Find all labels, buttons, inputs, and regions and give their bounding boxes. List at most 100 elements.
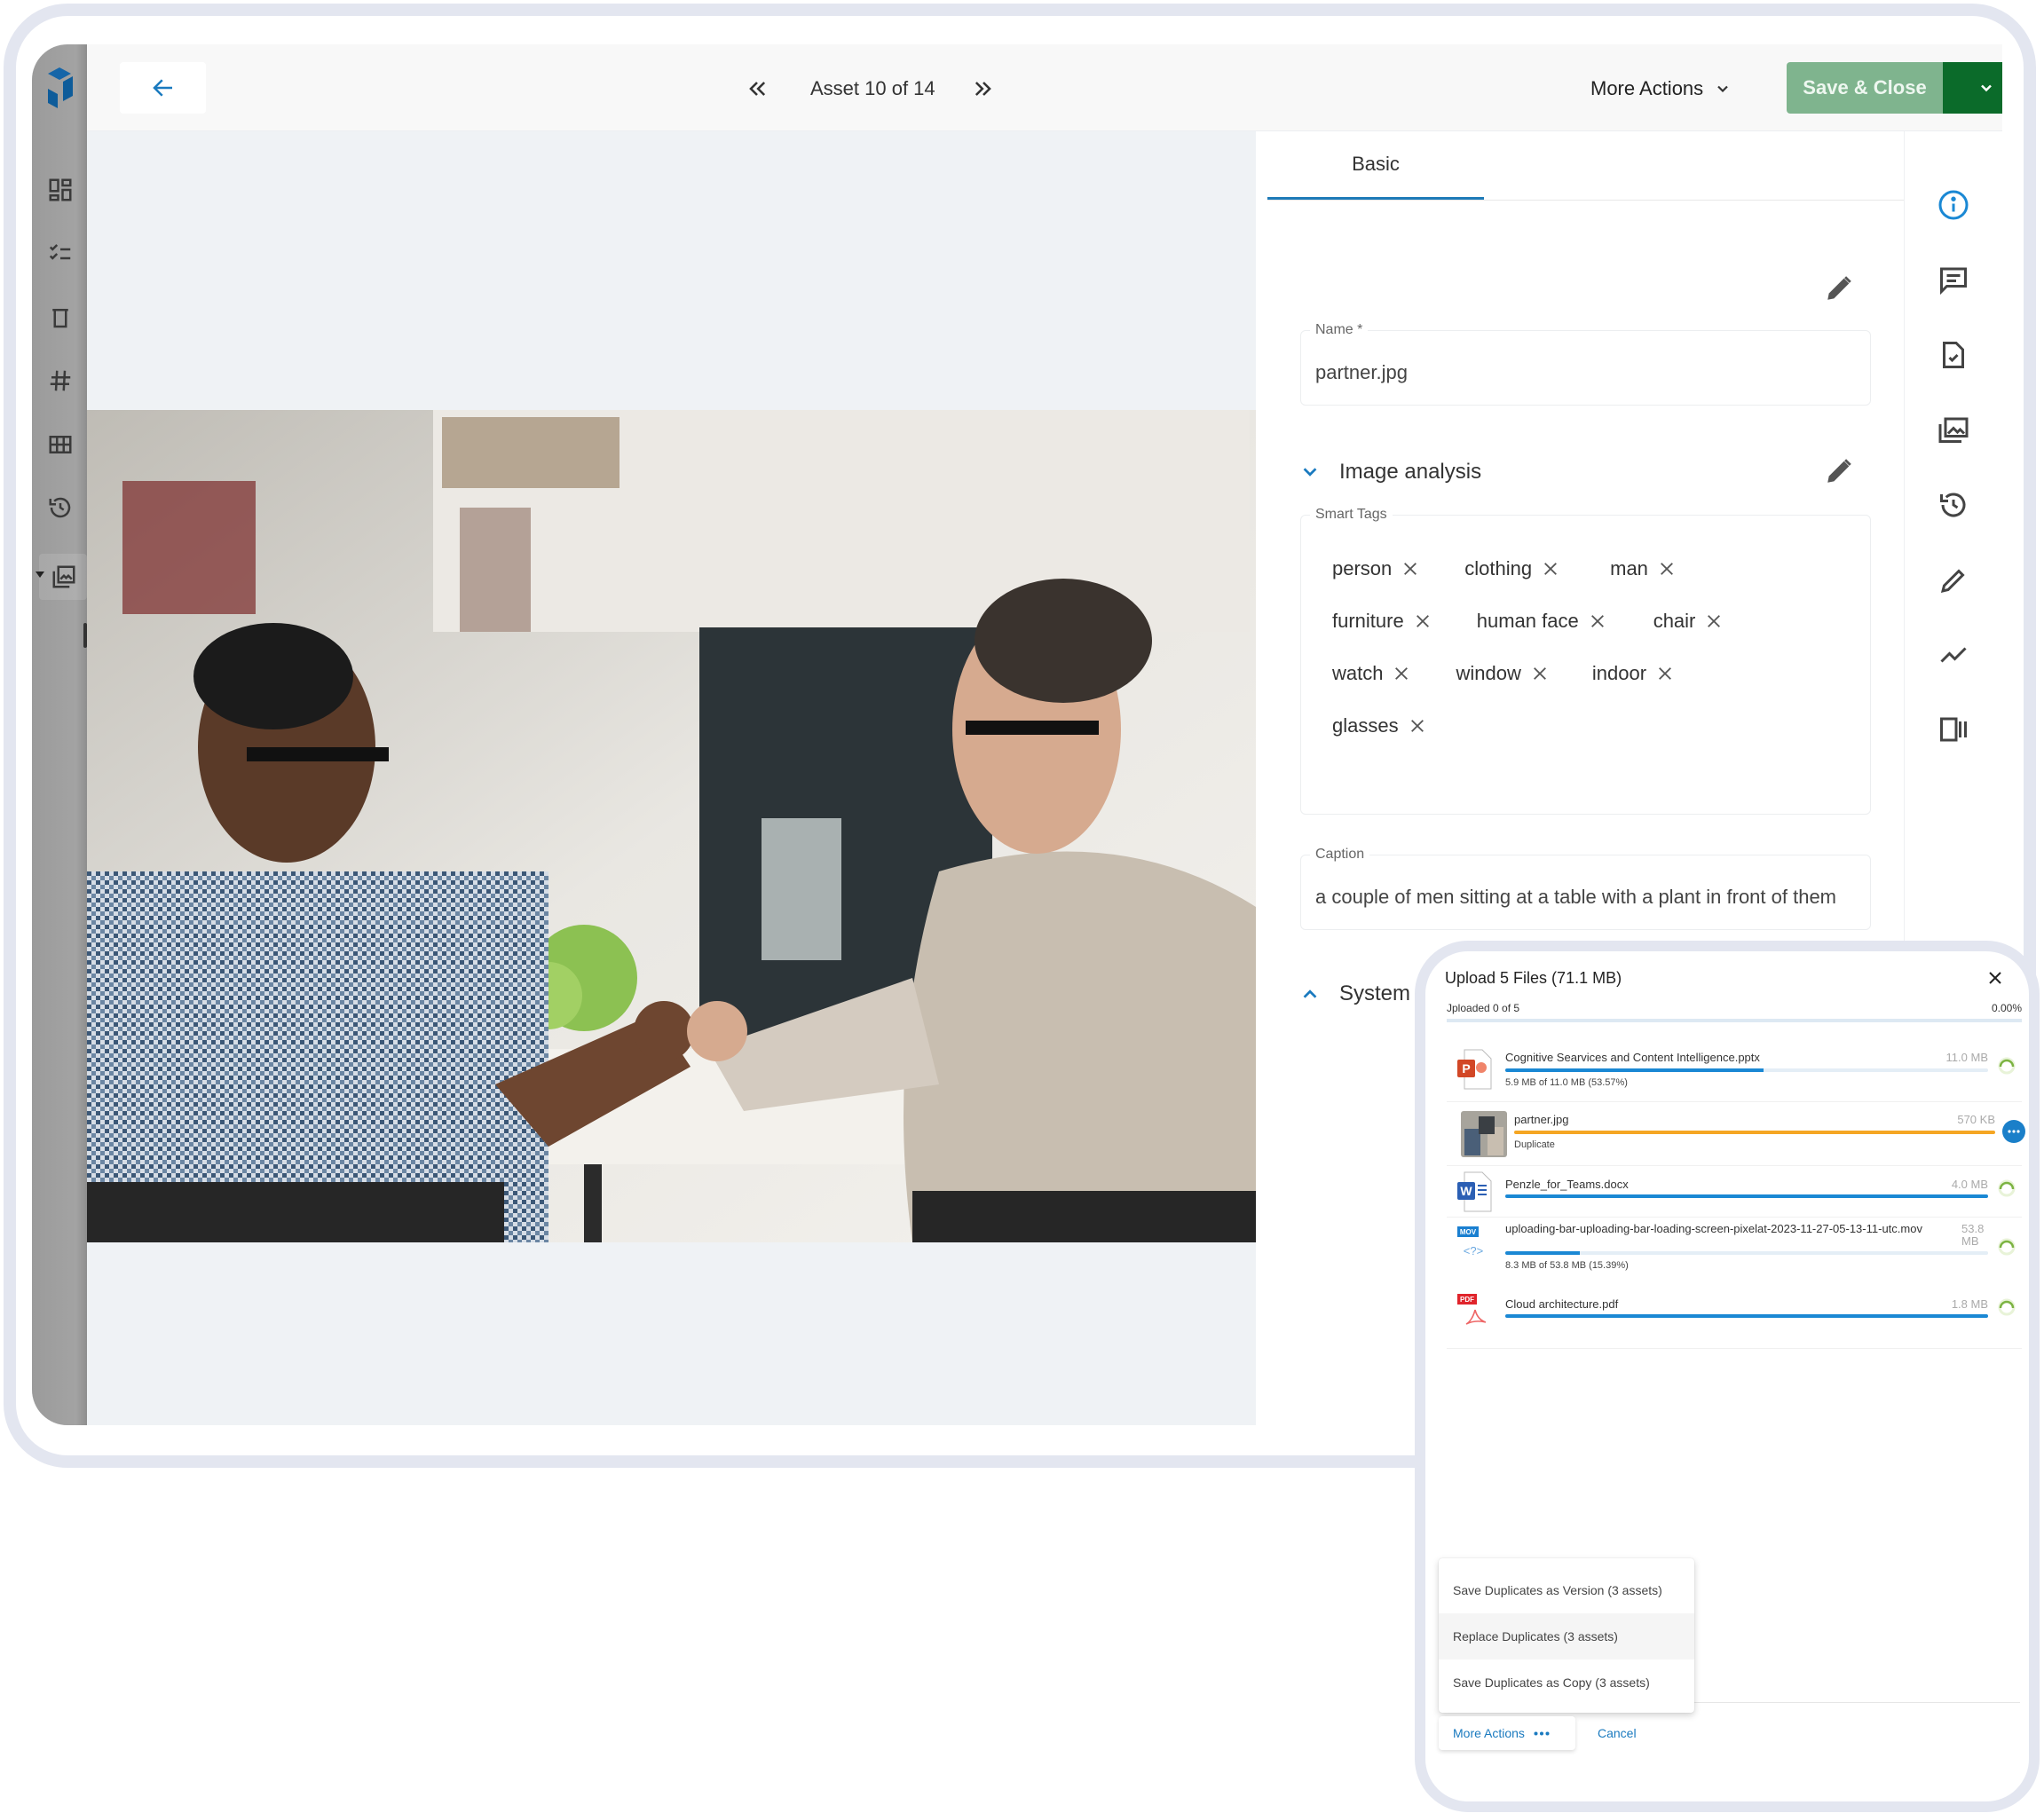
edit-icon[interactable] (1937, 564, 1970, 597)
save-close-button[interactable]: Save & Close (1787, 62, 1943, 114)
file-progress-detail: 8.3 MB of 53.8 MB (15.39%) (1505, 1260, 1629, 1271)
save-options-dropdown[interactable] (1943, 62, 2002, 114)
chevron-up-icon (1303, 989, 1317, 998)
dashboard-icon[interactable] (46, 176, 75, 204)
file-size: 1.8 MB (1951, 1297, 1988, 1311)
image-library-icon[interactable] (50, 563, 78, 591)
close-icon[interactable] (1706, 613, 1722, 629)
analytics-icon[interactable] (1937, 638, 1970, 672)
hashtag-icon[interactable] (46, 367, 75, 395)
upload-file-row: P Cognitive Searvices and Content Intell… (1447, 1042, 2022, 1102)
tab-divider (1267, 200, 1904, 201)
word-file-icon: W (1457, 1171, 1492, 1212)
upload-cancel-button[interactable]: Cancel (1598, 1716, 1637, 1750)
tab-basic[interactable]: Basic (1267, 131, 1484, 201)
tag-chip: man (1610, 557, 1675, 580)
upload-file-row: MOV <?> uploading-bar-uploading-bar-load… (1447, 1218, 2022, 1287)
upload-more-actions-button[interactable]: More Actions (1439, 1716, 1575, 1750)
tag-label: watch (1332, 662, 1384, 684)
tag-chip: window (1456, 662, 1547, 685)
tag-row: watch window indoor (1332, 662, 1712, 685)
info-icon[interactable] (1937, 188, 1970, 222)
next-asset-button[interactable] (966, 71, 1001, 106)
chevrons-left-icon (749, 82, 766, 96)
menu-item-save-as-version[interactable]: Save Duplicates as Version (3 assets) (1439, 1567, 1694, 1613)
sidebar (32, 44, 87, 1425)
name-field[interactable]: Name * partner.jpg (1300, 322, 1871, 406)
close-icon[interactable] (1532, 666, 1548, 682)
menu-item-save-as-copy[interactable]: Save Duplicates as Copy (3 assets) (1439, 1659, 1694, 1706)
close-icon[interactable] (1590, 613, 1606, 629)
file-progress-fill (1505, 1314, 1988, 1318)
back-button[interactable] (120, 62, 206, 114)
asset-preview-image[interactable] (87, 410, 1256, 1242)
file-size: 11.0 MB (1945, 1051, 1988, 1064)
tag-label: person (1332, 557, 1393, 579)
smart-tags-label: Smart Tags (1310, 507, 1393, 523)
file-size: 4.0 MB (1951, 1178, 1988, 1191)
grid-icon[interactable] (46, 430, 75, 459)
close-icon[interactable] (1409, 718, 1425, 734)
tag-label: chair (1653, 610, 1696, 632)
app-logo-icon[interactable] (44, 67, 75, 108)
checklist-icon[interactable] (46, 240, 75, 268)
close-icon[interactable] (1415, 613, 1431, 629)
image-analysis-title: Image analysis (1339, 460, 1482, 484)
file-progress-track (1505, 1314, 1988, 1318)
tag-label: man (1610, 557, 1648, 579)
tag-chip: glasses (1332, 714, 1425, 737)
image-analysis-header[interactable]: Image analysis (1300, 460, 1481, 485)
compare-icon[interactable] (1937, 713, 1970, 746)
upload-title: Upload 5 Files (71.1 MB) (1445, 969, 1622, 987)
previous-asset-button[interactable] (739, 71, 775, 106)
close-icon[interactable] (1402, 561, 1418, 577)
close-icon[interactable] (1393, 666, 1409, 682)
photo-illustration (87, 410, 1256, 1242)
tag-chip: indoor (1592, 662, 1673, 685)
arrow-left-icon (152, 79, 172, 97)
tag-label: human face (1476, 610, 1579, 632)
asset-pager: Asset 10 of 14 (739, 71, 1001, 106)
tag-chip: human face (1477, 610, 1606, 633)
svg-text:PDF: PDF (1460, 1296, 1474, 1304)
chevron-down-icon (1981, 84, 1992, 92)
tag-label: window (1456, 662, 1521, 684)
close-icon[interactable] (1657, 666, 1673, 682)
edit-pencil-icon[interactable] (1824, 273, 1854, 303)
close-icon[interactable] (1986, 969, 2004, 987)
tag-label: indoor (1591, 662, 1647, 684)
close-icon[interactable] (1659, 561, 1675, 577)
file-check-icon[interactable] (1937, 338, 1970, 372)
image-gallery-icon[interactable] (1937, 413, 1970, 446)
more-actions-dropdown[interactable]: More Actions (1590, 69, 1732, 108)
file-name: Cognitive Searvices and Content Intellig… (1505, 1051, 1760, 1064)
caption-field[interactable]: Caption a couple of men sitting at a tab… (1300, 847, 1871, 930)
upload-count: Jploaded 0 of 5 (1447, 1002, 1520, 1014)
tag-row: person clothing man (1332, 557, 1714, 580)
history-icon[interactable] (1937, 488, 1970, 522)
edit-pencil-icon[interactable] (1824, 456, 1854, 486)
more-actions-label: More Actions (1453, 1726, 1525, 1740)
trash-icon[interactable] (46, 303, 75, 332)
file-name: Cloud architecture.pdf (1505, 1297, 1619, 1311)
tag-chip: person (1332, 557, 1418, 580)
pdf-file-icon: PDF (1457, 1294, 1487, 1325)
upload-file-row: PDF Cloud architecture.pdf 1.8 MB (1447, 1287, 2022, 1349)
powerpoint-file-icon: P (1457, 1049, 1492, 1090)
comment-icon[interactable] (1937, 263, 1970, 296)
duplicate-options-button[interactable] (2002, 1120, 2025, 1143)
file-progress-fill (1514, 1131, 1995, 1134)
file-progress-fill (1505, 1068, 1764, 1072)
loading-spinner-icon (1998, 1057, 2016, 1075)
more-actions-label: More Actions (1590, 77, 1704, 99)
menu-item-replace-duplicates[interactable]: Replace Duplicates (3 assets) (1439, 1613, 1694, 1659)
close-icon[interactable] (1543, 561, 1559, 577)
file-name: uploading-bar-uploading-bar-loading-scre… (1505, 1222, 1922, 1235)
tag-chip: clothing (1464, 557, 1559, 580)
chevron-down-icon (1303, 468, 1317, 477)
caption-label: Caption (1310, 847, 1370, 863)
history-icon[interactable] (46, 493, 75, 522)
caret-down-icon[interactable] (36, 571, 44, 578)
loading-spinner-icon (1998, 1179, 2016, 1197)
asset-preview-area (87, 131, 1256, 1425)
